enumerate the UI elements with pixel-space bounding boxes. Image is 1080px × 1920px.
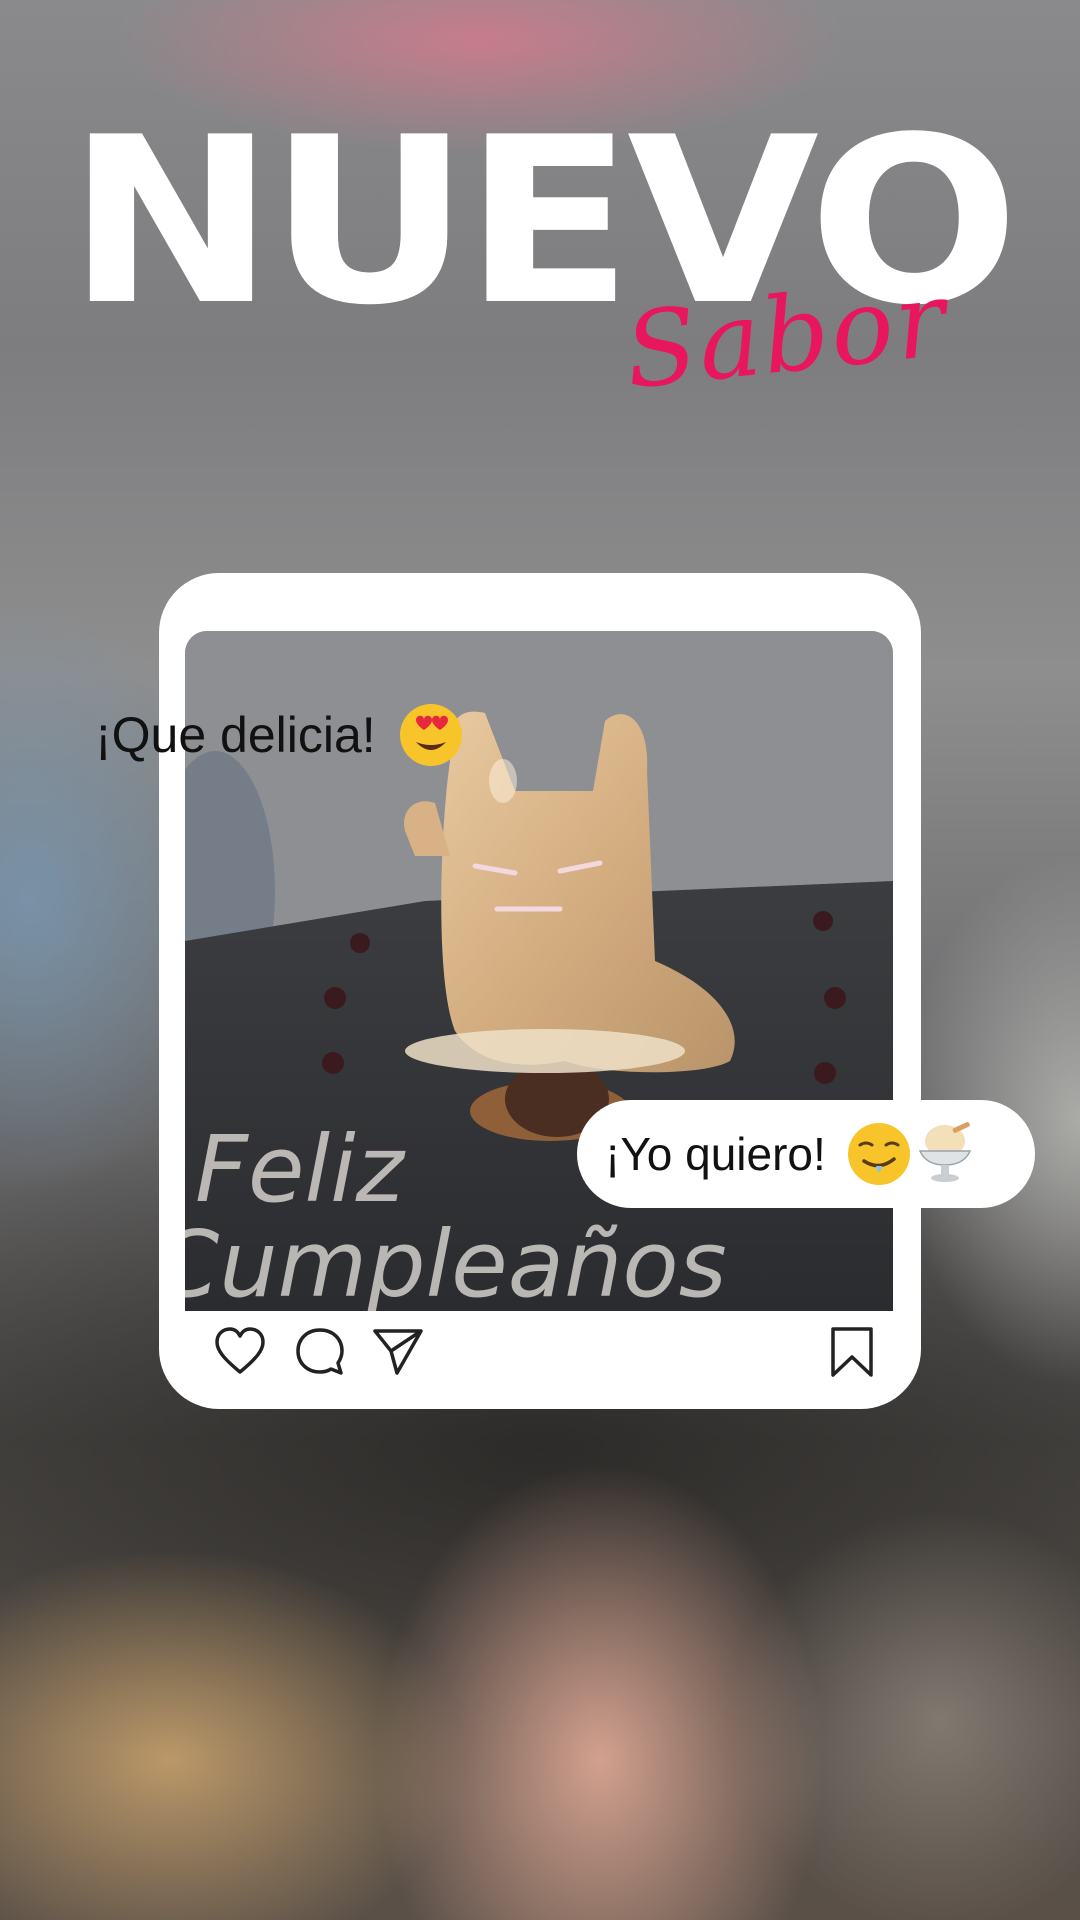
comment-yo-quiero: ¡Yo quiero! (577, 1100, 1035, 1208)
speech-bubble-icon[interactable] (293, 1325, 347, 1379)
ice-cream-emoji-icon (918, 1122, 971, 1182)
chalk-text-line1: Feliz (195, 1116, 406, 1223)
story-canvas: NUEVO Sabor Feliz Cumpleaños ¡Que delici… (0, 0, 1080, 1920)
comment-text: ¡Yo quiero! (605, 1128, 826, 1180)
heart-outline-icon[interactable] (213, 1325, 267, 1379)
comment-text: ¡Que delicia! (95, 707, 376, 763)
chalk-text-line2: Cumpleaños (185, 1211, 727, 1311)
headline-subtitle: Sabor (619, 257, 953, 413)
bookmark-icon[interactable] (825, 1325, 879, 1379)
post-action-bar (213, 1325, 873, 1381)
paper-plane-icon[interactable] (371, 1325, 425, 1379)
comment-que-delicia: ¡Que delicia! (95, 695, 464, 775)
drooling-face-emoji-icon (847, 1123, 910, 1185)
heart-eyes-emoji-icon (399, 704, 462, 766)
